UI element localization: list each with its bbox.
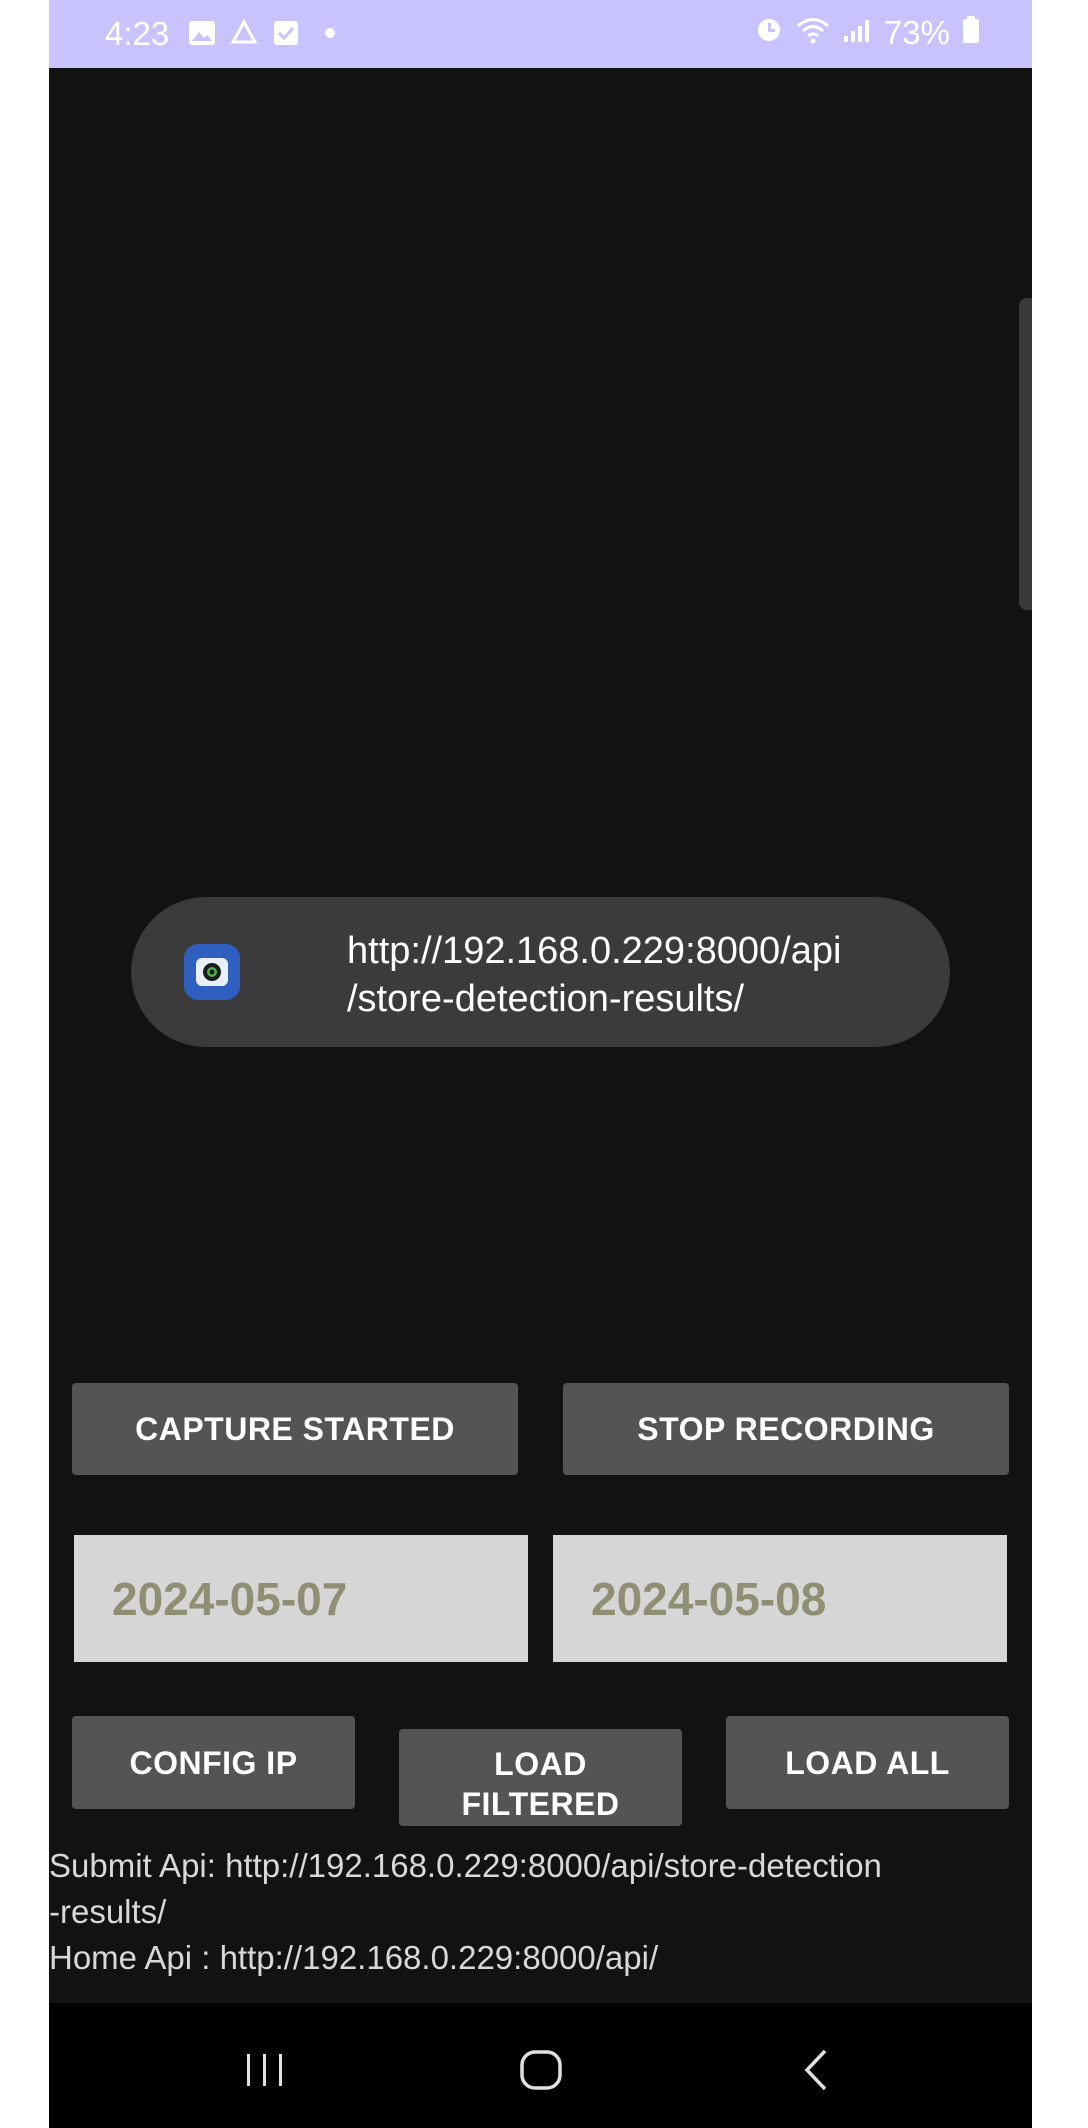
- api-info: Submit Api: http://192.168.0.229:8000/ap…: [49, 1843, 1032, 1981]
- image-icon: [187, 18, 217, 48]
- toast-line-1: http://192.168.0.229:8000/api: [347, 930, 842, 972]
- load-filtered-label-line-1: LOAD: [494, 1746, 587, 1782]
- recycle-icon: [229, 18, 259, 48]
- back-icon[interactable]: [791, 2047, 841, 2093]
- home-api-text: Home Api : http://192.168.0.229:8000/api…: [49, 1939, 659, 1976]
- load-filtered-button[interactable]: LOAD FILTERED: [399, 1729, 682, 1826]
- alarm-icon: [754, 14, 784, 52]
- battery-icon: [962, 14, 980, 52]
- scrollbar-thumb[interactable]: [1019, 298, 1032, 610]
- config-ip-button[interactable]: CONFIG IP: [72, 1716, 355, 1809]
- capture-started-button[interactable]: CAPTURE STARTED: [72, 1383, 518, 1475]
- end-date-field[interactable]: 2024-05-08: [553, 1535, 1007, 1662]
- submit-api-text-line-1: Submit Api: http://192.168.0.229:8000/ap…: [49, 1847, 882, 1884]
- phone-screen: 4:23 73% http://192.168.0.229:8000/api /…: [49, 0, 1032, 2128]
- status-time: 4:23: [105, 15, 170, 52]
- checkbox-icon: [271, 18, 301, 48]
- recent-apps-icon[interactable]: [240, 2047, 290, 2093]
- signal-icon: [842, 14, 872, 52]
- start-date-field[interactable]: 2024-05-07: [74, 1535, 528, 1662]
- stop-recording-button[interactable]: STOP RECORDING: [563, 1383, 1009, 1475]
- status-bar: 4:23 73%: [49, 0, 1032, 68]
- toast-message: http://192.168.0.229:8000/api /store-det…: [131, 897, 950, 1047]
- battery-percentage: 73%: [883, 14, 950, 51]
- load-filtered-label-line-2: FILTERED: [461, 1786, 620, 1822]
- camera-app-icon: [184, 944, 240, 1000]
- toast-text: http://192.168.0.229:8000/api /store-det…: [347, 927, 927, 1023]
- toast-line-2: /store-detection-results/: [347, 978, 745, 1020]
- submit-api-text-line-2: -results/: [49, 1893, 167, 1930]
- dot-icon: [315, 18, 345, 48]
- status-right-group: 73%: [754, 14, 980, 52]
- load-all-button[interactable]: LOAD ALL: [726, 1716, 1009, 1809]
- navigation-bar: [49, 2003, 1032, 2128]
- home-icon[interactable]: [516, 2047, 566, 2093]
- wifi-icon: [796, 14, 830, 52]
